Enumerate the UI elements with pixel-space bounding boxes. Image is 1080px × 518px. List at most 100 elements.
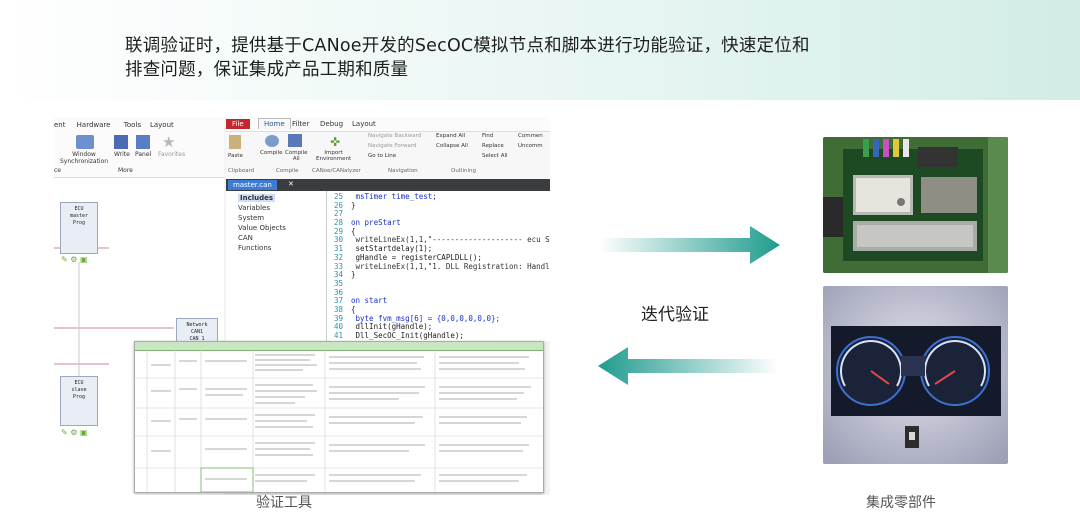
code-text: on preStart	[351, 218, 401, 228]
group-clipboard: Clipboard	[228, 168, 255, 174]
network-title: Network	[186, 322, 208, 328]
code-text: dllInit(gHandle);	[351, 322, 433, 332]
code-lines: 25 msTimer time_test; 26} 27 28 on preStart 2…	[327, 192, 551, 341]
code-line: 34}	[327, 270, 550, 280]
canoe-screenshot: ent Hardware Tools Layout ★ Window Synch…	[54, 117, 550, 495]
favorites-icon[interactable]: ★	[162, 133, 175, 151]
test-case-table	[134, 341, 544, 493]
tree-functions[interactable]: Functions	[238, 244, 271, 252]
ecu-master-prog: Prog	[72, 220, 86, 226]
tab-debug[interactable]: Debug	[320, 120, 343, 128]
collapse-all[interactable]: Collapse All	[436, 143, 468, 149]
code-text: on start	[351, 296, 388, 306]
arrow-right-icon	[600, 226, 780, 264]
ribbon-tabs: File Home Filter Debug Layout	[226, 117, 550, 132]
tab-filter[interactable]: Filter	[292, 120, 309, 128]
ecu-slave-tools-icon: ✎ ⚙ ▣	[61, 428, 88, 437]
ribbon-group-labels: Clipboard Compile CANoe/CANalyzer Naviga…	[226, 167, 550, 177]
code-text: writeLineEx(1,1,"-------------------- ec…	[351, 235, 551, 245]
find-button[interactable]: Find	[482, 133, 493, 139]
caption-parts: 集成零部件	[866, 495, 936, 511]
code-line: 26}	[327, 201, 550, 211]
nav-fwd[interactable]: Navigate Forward	[368, 143, 417, 149]
network-name: CAN1	[190, 329, 204, 335]
menu-tools[interactable]: Tools	[124, 121, 141, 129]
left-toolbar: ent Hardware Tools Layout ★ Window Synch…	[54, 117, 224, 178]
tab-file[interactable]: File	[226, 119, 250, 129]
more-label: More	[118, 167, 133, 174]
circuit-board-image	[823, 137, 1008, 273]
table-grid	[135, 350, 543, 492]
ecu-board-photo	[823, 137, 1008, 273]
banner-line-1: 联调验证时，提供基于CANoe开发的SecOC模拟节点和脚本进行功能验证，快速定…	[125, 36, 810, 56]
window-sync-label: Window Synchronization	[60, 151, 109, 165]
code-text: {	[351, 226, 356, 236]
nav-back[interactable]: Navigate Backward	[368, 133, 421, 139]
ecu-master-title: ECU	[74, 206, 84, 212]
tree-can[interactable]: CAN	[238, 234, 253, 242]
comment-button[interactable]: Commen	[518, 133, 543, 139]
compile-icon[interactable]	[265, 135, 279, 147]
tab-home[interactable]: Home	[258, 118, 291, 129]
ecu-slave-name: slave	[71, 387, 87, 393]
close-tab-icon[interactable]: ✕	[288, 180, 294, 188]
ecu-master-node[interactable]: ECU master Prog	[60, 202, 98, 254]
ecu-master-name: master	[69, 213, 89, 219]
ce-label: ce	[54, 167, 61, 174]
ecu-slave-prog: Prog	[72, 394, 86, 400]
line-number: 41	[333, 331, 343, 340]
editor-tabbar: master.can ✕	[226, 179, 550, 191]
banner-text: 联调验证时，提供基于CANoe开发的SecOC模拟节点和脚本进行功能验证，快速定…	[125, 34, 945, 82]
code-line: 25 msTimer time_test;	[327, 192, 550, 202]
select-all-button[interactable]: Select All	[482, 153, 508, 159]
cluster-image	[823, 286, 1008, 464]
replace-button[interactable]: Replace	[482, 143, 504, 149]
write-icon[interactable]	[114, 135, 128, 149]
tree-system[interactable]: System	[238, 214, 264, 222]
tree-value-objects[interactable]: Value Objects	[238, 224, 286, 232]
panel-icon[interactable]	[136, 135, 150, 149]
ribbon: File Home Filter Debug Layout Paste Comp…	[226, 117, 550, 180]
menu-hardware[interactable]: Hardware	[77, 121, 111, 129]
compile-label: Compile	[260, 150, 283, 156]
caption-tool: 验证工具	[256, 495, 312, 511]
group-compile: Compile	[276, 168, 299, 174]
ecu-slave-title: ECU	[74, 380, 84, 386]
code-text: byte fvm_msg[6] = {0,0,0,0,0,0};	[351, 313, 501, 323]
paste-icon[interactable]	[229, 135, 241, 149]
group-canoe: CANoe/CANalyzer	[312, 168, 361, 174]
import-icon[interactable]: ✜	[330, 135, 340, 149]
goto-line[interactable]: Go to Line	[368, 153, 396, 159]
code-line: 33 writeLineEx(1,1,"1. DLL Registration:…	[327, 261, 551, 272]
code-text: writeLineEx(1,1,"1. DLL Registration: Ha…	[351, 261, 551, 271]
code-text: {	[351, 304, 356, 314]
panel-label: Panel	[135, 151, 152, 158]
compile-all-label: Compile All	[285, 150, 308, 162]
menu-layout[interactable]: Layout	[150, 121, 174, 129]
paste-label: Paste	[228, 153, 243, 159]
compile-all-icon[interactable]	[288, 134, 302, 147]
write-label: Write	[114, 151, 130, 158]
favorites-label: Favorites	[158, 151, 186, 158]
tree-includes[interactable]: Includes	[238, 194, 276, 202]
window-sync-icon[interactable]	[76, 135, 94, 149]
code-editor[interactable]: 25 msTimer time_test; 26} 27 28 on preStart 2…	[327, 191, 550, 341]
instrument-cluster-photo	[823, 286, 1008, 464]
code-line: 28 on preStart	[327, 218, 550, 228]
tree-variables[interactable]: Variables	[238, 204, 270, 212]
ecu-master-tools-icon: ✎ ⚙ ▣	[61, 255, 88, 264]
expand-all[interactable]: Expand All	[436, 133, 465, 139]
banner-line-2: 排查问题，保证集成产品工期和质量	[125, 60, 409, 80]
code-text: }	[351, 270, 356, 280]
import-label: Import Environment	[316, 150, 352, 162]
code-line: 37 on start	[327, 296, 550, 306]
ecu-slave-node[interactable]: ECU slave Prog	[60, 376, 98, 426]
file-tab[interactable]: master.can	[228, 180, 277, 190]
uncomment-button[interactable]: Uncomm	[518, 143, 543, 149]
code-text: gHandle = registerCAPLDLL();	[351, 252, 482, 262]
tab-layout[interactable]: Layout	[352, 120, 376, 128]
code-text: setStartdelay(1);	[351, 244, 433, 254]
header-banner: 联调验证时，提供基于CANoe开发的SecOC模拟节点和脚本进行功能验证，快速定…	[0, 0, 1080, 100]
menu-ent[interactable]: ent	[54, 121, 66, 129]
group-outlining: Outlining	[451, 168, 477, 174]
